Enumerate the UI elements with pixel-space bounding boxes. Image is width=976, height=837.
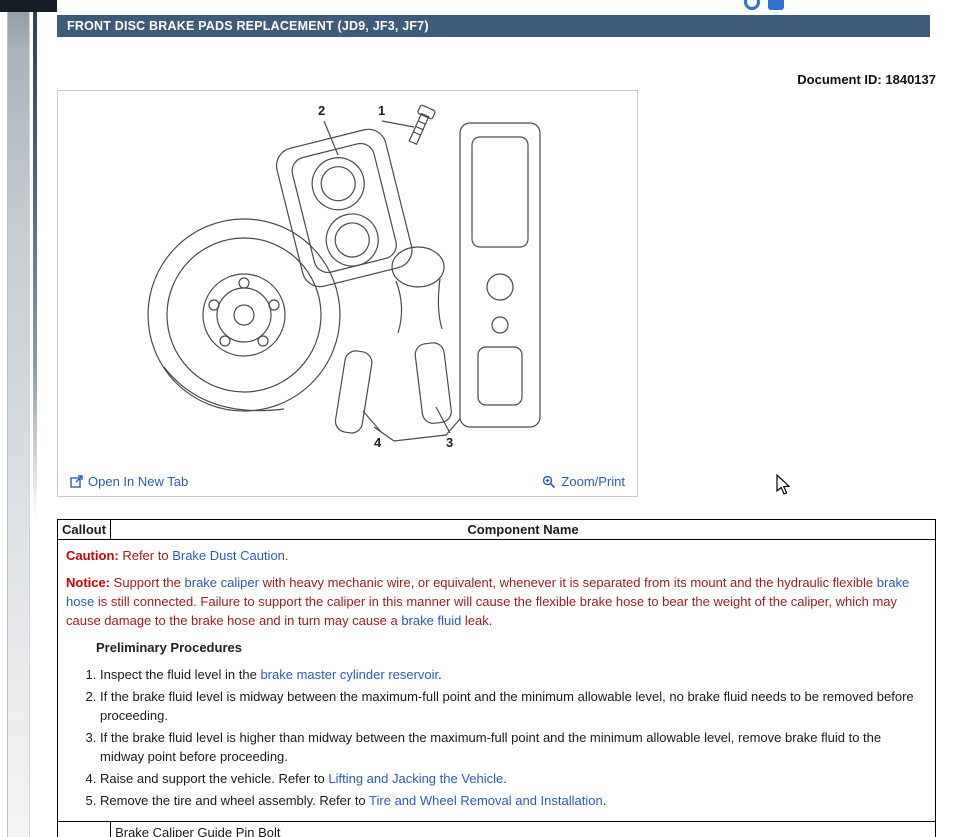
caution-text: Caution: Refer to Brake Dust Caution. <box>66 546 927 565</box>
page-title: FRONT DISC BRAKE PADS REPLACEMENT (JD9, … <box>67 19 429 33</box>
info-icon[interactable] <box>744 0 760 10</box>
notice-text: Notice: Support the brake caliper with h… <box>66 573 927 630</box>
document-id: Document ID: 1840137 <box>797 72 936 87</box>
zoom-icon <box>542 475 556 489</box>
inline-link[interactable]: brake caliper <box>185 575 259 590</box>
table-row: Brake Caliper Guide Pin Bolt <box>58 822 936 837</box>
open-in-new-tab-label: Open In New Tab <box>88 474 188 489</box>
notice-label: Notice: <box>66 575 110 590</box>
brake-assembly-illustration: 2 1 4 3 <box>116 97 582 462</box>
inline-link[interactable]: Tire and Wheel Removal and Installation <box>369 793 603 808</box>
step-item: Remove the tire and wheel assembly. Refe… <box>100 791 927 810</box>
mouse-cursor <box>776 474 792 501</box>
inline-link[interactable]: brake fluid <box>401 613 461 628</box>
toolbar-icons <box>744 0 784 10</box>
zoom-print-label: Zoom/Print <box>561 474 625 489</box>
inline-link[interactable]: Lifting and Jacking the Vehicle <box>328 771 503 786</box>
notice-body: Support the brake caliper with heavy mec… <box>66 575 909 628</box>
step-item: Inspect the fluid level in the brake mas… <box>100 665 927 684</box>
callout-1: 1 <box>378 103 385 118</box>
step-item: If the brake fluid level is higher than … <box>100 728 927 766</box>
inline-link[interactable]: brake master cylinder reservoir <box>260 667 438 682</box>
window-corner-block <box>0 0 57 12</box>
procedures-cell: Caution: Refer to Brake Dust Caution. No… <box>58 540 936 822</box>
component-table: Callout Component Name Caution: Refer to… <box>57 519 936 837</box>
open-in-new-icon <box>70 475 83 488</box>
preliminary-steps-list: Inspect the fluid level in the brake mas… <box>72 665 927 810</box>
callout-3: 3 <box>446 435 453 450</box>
callout-4: 4 <box>374 435 382 450</box>
figure-panel: 2 1 4 3 Open In New Tab <box>57 90 638 497</box>
col-header-component-name: Component Name <box>111 520 936 540</box>
callout-2: 2 <box>318 103 325 118</box>
open-in-new-tab-link[interactable]: Open In New Tab <box>70 474 188 489</box>
step-item: If the brake fluid level is midway betwe… <box>100 687 927 725</box>
component-name-cell: Brake Caliper Guide Pin Bolt <box>111 822 936 837</box>
inline-link[interactable]: Brake Dust Caution <box>172 548 285 563</box>
callout-cell <box>58 822 111 837</box>
preliminary-procedures-title: Preliminary Procedures <box>96 638 927 657</box>
zoom-print-link[interactable]: Zoom/Print <box>542 474 625 489</box>
step-item: Raise and support the vehicle. Refer to … <box>100 769 927 788</box>
bookmark-icon[interactable] <box>768 0 784 10</box>
window-edge <box>7 0 30 837</box>
table-body-row: Caution: Refer to Brake Dust Caution. No… <box>58 540 936 822</box>
table-header-row: Callout Component Name <box>58 520 936 540</box>
caution-label: Caution: <box>66 548 119 563</box>
document-viewer: FRONT DISC BRAKE PADS REPLACEMENT (JD9, … <box>0 0 976 837</box>
col-header-callout: Callout <box>58 520 111 540</box>
window-edge-line <box>33 0 37 520</box>
page-title-bar: FRONT DISC BRAKE PADS REPLACEMENT (JD9, … <box>57 15 930 37</box>
caution-body: Refer to Brake Dust Caution. <box>119 548 289 563</box>
